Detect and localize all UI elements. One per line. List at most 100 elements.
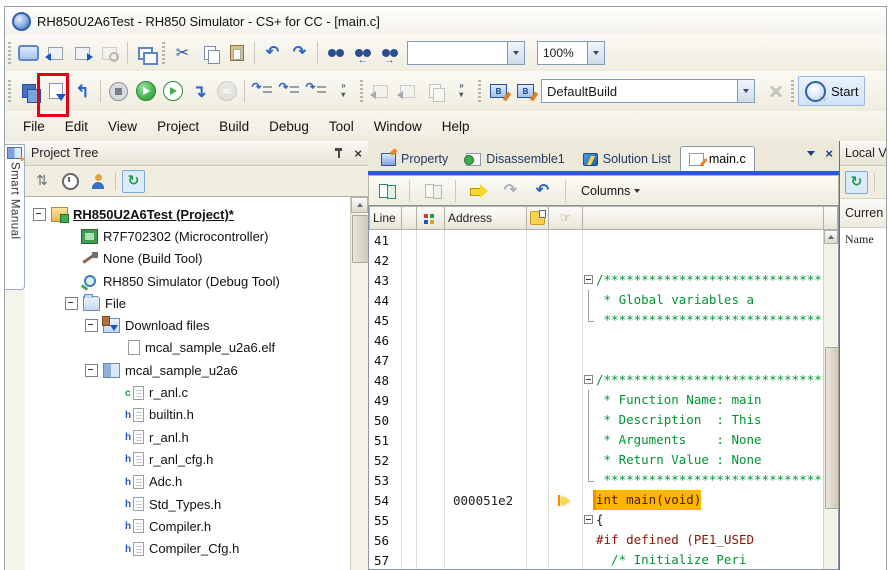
line-number[interactable]: 50: [369, 410, 402, 430]
code-line-row[interactable]: 55 {: [369, 510, 824, 530]
event-cell[interactable]: [527, 250, 549, 270]
toolbar-overflow-icon[interactable]: »▾: [448, 78, 475, 105]
chevron-down-icon[interactable]: [737, 80, 754, 102]
event-cell[interactable]: [527, 510, 549, 530]
window-back-icon[interactable]: [42, 40, 69, 67]
breakpoint-cell[interactable]: [402, 370, 417, 390]
code-cell[interactable]: /**********************************: [583, 270, 824, 290]
editor-tab[interactable]: main.c: [680, 146, 755, 171]
expander-icon[interactable]: [65, 297, 78, 310]
cascade-windows-icon[interactable]: [132, 40, 159, 67]
reset-icon[interactable]: ↰: [69, 78, 96, 105]
menu-item[interactable]: Tool: [319, 115, 364, 138]
find-icon[interactable]: [322, 40, 349, 67]
redo-icon[interactable]: ↷: [286, 40, 313, 67]
sort-icon[interactable]: ⇅: [31, 170, 53, 192]
toolbar-grip[interactable]: [162, 42, 165, 64]
event-cell[interactable]: [527, 550, 549, 569]
toolbar-overflow-icon[interactable]: »▾: [330, 78, 357, 105]
line-number[interactable]: 53: [369, 470, 402, 490]
pages-jump-icon[interactable]: [419, 178, 446, 205]
refresh-icon[interactable]: ↻: [122, 170, 145, 193]
editor-tab[interactable]: Property: [372, 146, 457, 171]
breakpoint-cell[interactable]: [402, 530, 417, 550]
pin-icon[interactable]: [334, 147, 344, 159]
breakpoint-cell[interactable]: [402, 290, 417, 310]
mixed-display-icon[interactable]: [373, 178, 400, 205]
event-cell[interactable]: [527, 290, 549, 310]
line-number[interactable]: 49: [369, 390, 402, 410]
coverage-cell[interactable]: [417, 310, 445, 330]
step-over-icon[interactable]: [276, 78, 303, 105]
fold-marker[interactable]: [583, 510, 596, 530]
code-cell[interactable]: **********************************: [583, 310, 824, 330]
code-cell[interactable]: [583, 350, 824, 370]
redo-icon[interactable]: ↷: [497, 178, 524, 205]
tree-item[interactable]: mcal_sample_u2a6: [25, 359, 351, 381]
breakpoint-cell[interactable]: [402, 550, 417, 569]
event-column-header[interactable]: [527, 206, 549, 230]
menu-item[interactable]: Help: [432, 115, 480, 138]
fold-marker[interactable]: [583, 410, 596, 430]
tree-item[interactable]: Compiler_Cfg.h: [25, 537, 351, 559]
code-cell[interactable]: /* Initialize Peri: [583, 550, 824, 569]
blank-column-header[interactable]: [402, 206, 417, 230]
menu-item[interactable]: Project: [147, 115, 209, 138]
toolbar-grip[interactable]: [478, 80, 481, 102]
code-cell[interactable]: /**********************************: [583, 370, 824, 390]
code-line-row[interactable]: 53 **********************************: [369, 470, 824, 490]
step-backward-icon[interactable]: ≪: [213, 78, 240, 105]
tree-item[interactable]: None (Build Tool): [25, 248, 351, 270]
code-line-row[interactable]: 52 * Return Value : None: [369, 450, 824, 470]
code-line-row[interactable]: 54 000051e2 int main(void): [369, 490, 824, 510]
paste-icon[interactable]: [223, 40, 250, 67]
breakpoint-cell[interactable]: [402, 450, 417, 470]
breakpoint-cell[interactable]: [402, 350, 417, 370]
code-cell[interactable]: * Global variables a: [583, 290, 824, 310]
event-cell[interactable]: [527, 390, 549, 410]
build-config-combobox[interactable]: DefaultBuild: [541, 79, 755, 103]
code-cell[interactable]: #if defined (PE1_USED: [583, 530, 824, 550]
code-line-row[interactable]: 43 /**********************************: [369, 270, 824, 290]
coverage-cell[interactable]: [417, 430, 445, 450]
coverage-cell[interactable]: [417, 550, 445, 569]
editor-tab[interactable]: Solution List: [574, 146, 680, 171]
tree-item[interactable]: r_anl.c: [25, 381, 351, 403]
fold-marker[interactable]: [583, 390, 596, 410]
code-line-row[interactable]: 50 * Description : This: [369, 410, 824, 430]
build-project-icon[interactable]: B: [485, 78, 512, 105]
code-line-row[interactable]: 47: [369, 350, 824, 370]
code-line-row[interactable]: 56 #if defined (PE1_USED: [369, 530, 824, 550]
coverage-cell[interactable]: [417, 490, 445, 510]
start-button[interactable]: Start: [798, 76, 865, 106]
line-column-header[interactable]: Line: [369, 206, 402, 230]
coverage-cell[interactable]: [417, 330, 445, 350]
event-cell[interactable]: [527, 450, 549, 470]
line-number[interactable]: 51: [369, 430, 402, 450]
fold-marker[interactable]: [583, 310, 596, 330]
project-tree-scrollbar[interactable]: [350, 197, 368, 570]
fold-marker[interactable]: [583, 370, 596, 390]
event-cell[interactable]: [527, 490, 549, 510]
step-in-icon[interactable]: [249, 78, 276, 105]
code-cell[interactable]: int main(void): [583, 490, 824, 510]
editor-scrollbar[interactable]: [823, 230, 838, 569]
code-cell[interactable]: * Arguments : None: [583, 430, 824, 450]
event-cell[interactable]: [527, 270, 549, 290]
line-number[interactable]: 45: [369, 310, 402, 330]
clear-icon[interactable]: [421, 78, 448, 105]
columns-dropdown[interactable]: Columns: [575, 182, 646, 200]
undo-icon[interactable]: ↶: [529, 178, 556, 205]
menu-item[interactable]: Build: [209, 115, 259, 138]
coverage-cell[interactable]: [417, 290, 445, 310]
coverage-cell[interactable]: [417, 450, 445, 470]
menu-item[interactable]: Debug: [259, 115, 319, 138]
flash-tool-icon[interactable]: [761, 78, 788, 105]
code-line-row[interactable]: 49 * Function Name: main: [369, 390, 824, 410]
tree-item[interactable]: Compiler.h: [25, 515, 351, 537]
code-column-header[interactable]: [583, 206, 824, 230]
fold-marker[interactable]: [583, 330, 596, 350]
code-line-row[interactable]: 46: [369, 330, 824, 350]
code-cell[interactable]: * Description : This: [583, 410, 824, 430]
code-cell[interactable]: {: [583, 510, 824, 530]
